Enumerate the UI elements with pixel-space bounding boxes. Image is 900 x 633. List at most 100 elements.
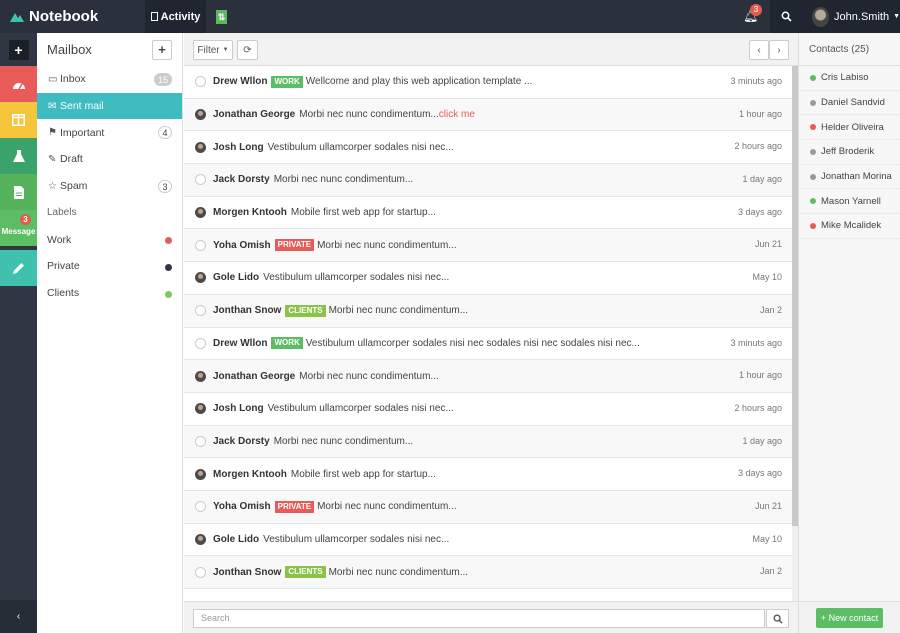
folder-count-badge: 3: [158, 179, 172, 193]
avatar: [195, 403, 206, 415]
contact-name: Cris Labiso: [821, 72, 869, 84]
message-row[interactable]: Jonthan Snow CLIENTS Morbi nec nunc condim…: [184, 556, 792, 589]
mailbox-header: Mailbox +: [37, 33, 182, 66]
avatar: [195, 76, 206, 88]
contact-item[interactable]: Mason Yarnell: [799, 189, 900, 215]
folder-item-inbox[interactable]: ▭ Inbox 15: [37, 66, 182, 93]
contact-item[interactable]: Helder Oliveira: [799, 115, 900, 141]
avatar: [195, 174, 206, 186]
contact-name: Daniel Sandvid: [821, 97, 885, 109]
label-item-work[interactable]: Work: [37, 226, 182, 253]
message-time: 1 day ago: [742, 435, 782, 446]
message-panel: Filter ▼ ⟳ ‹ › Drew Wllon WORK Wellcome and…: [184, 33, 798, 633]
top-navbar: Notebook Activity ⇅ 🔔︎ 3 John.Smith ▼: [0, 0, 900, 33]
compose-button[interactable]: +: [0, 33, 37, 66]
message-row[interactable]: Jonthan Snow CLIENTS Morbi nec nunc condim…: [184, 294, 792, 328]
label-name: Clients: [47, 287, 80, 300]
message-row[interactable]: Gole Lido Vestibulum ullamcorper sodales …: [184, 524, 792, 557]
folder-list: ▭ Inbox 15 ✉ Sent mail ⚑ Important 4 ✎ Draft ☆ Spam…: [37, 66, 182, 199]
contact-item[interactable]: Jonathan Morina: [799, 165, 900, 190]
search-icon: [781, 11, 792, 22]
message-sender: Josh Long: [213, 141, 264, 153]
toggle-button[interactable]: ⇅: [216, 10, 227, 24]
avatar: [195, 435, 206, 447]
dashboard-icon: [12, 82, 25, 89]
message-row[interactable]: Gole Lido Vestibulum ullamcorper sodales …: [184, 262, 792, 295]
message-time: 3 days ago: [737, 468, 782, 479]
message-row[interactable]: Jonathan George Morbi nec nunc condimentu…: [184, 98, 792, 132]
chevron-left-icon: ‹: [757, 44, 761, 56]
message-row[interactable]: Drew Wllon WORK Wellcome and play this web…: [184, 66, 792, 99]
inbox-icon: ▭: [48, 73, 58, 85]
message-row[interactable]: Drew Wllon WORK Vestibulum ullamcorper sod…: [184, 328, 792, 361]
search-input[interactable]: Search: [193, 609, 765, 628]
folder-item-spam[interactable]: ☆ Spam 3: [37, 173, 182, 200]
brand-logo[interactable]: Notebook: [0, 0, 145, 33]
nav-layout[interactable]: [0, 102, 37, 138]
message-sender: Yoha Omish: [213, 501, 271, 513]
user-menu[interactable]: John.Smith ▼: [803, 0, 900, 33]
prev-page-button[interactable]: ‹: [749, 40, 769, 60]
nav-message[interactable]: 3 Message: [0, 210, 37, 246]
contact-item[interactable]: Jeff Broderik: [799, 140, 900, 165]
message-preview: Vestibulum ullamcorper sodales nisi nec.…: [263, 533, 450, 545]
nav-lab[interactable]: [0, 138, 37, 174]
label-color-dot: [165, 290, 172, 298]
message-sender: Drew Wllon: [213, 76, 268, 88]
label-item-clients[interactable]: Clients: [37, 280, 182, 307]
message-row[interactable]: Morgen Kntooh Mobile first web app for st…: [184, 197, 792, 230]
icon-sidebar: + 3 Message ‹: [0, 33, 37, 633]
avatar: [812, 6, 830, 27]
message-row[interactable]: Josh Long Vestibulum ullamcorper sodales …: [184, 131, 792, 165]
next-page-button[interactable]: ›: [769, 40, 789, 60]
nav-edit[interactable]: [0, 250, 37, 286]
message-row[interactable]: Josh Long Vestibulum ullamcorper sodales …: [184, 393, 792, 426]
notifications-bell[interactable]: 🔔︎ 3: [743, 4, 762, 25]
search-icon: [772, 613, 783, 624]
status-dot: [810, 148, 816, 155]
contact-item[interactable]: Daniel Sandvid: [799, 91, 900, 116]
message-tag: CLIENTS: [285, 566, 326, 579]
add-folder-button[interactable]: +: [152, 40, 172, 60]
message-sender: Jack Dorsty: [213, 174, 270, 186]
plus-icon: +: [8, 39, 29, 60]
message-sender: Jonthan Snow: [213, 305, 282, 317]
folder-item-draft[interactable]: ✎ Draft: [37, 146, 182, 173]
message-preview: Mobile first web app for startup...: [290, 468, 436, 480]
message-preview: Wellcome and play this web application t…: [305, 76, 533, 88]
message-row[interactable]: Jack Dorsty Morbi nec nunc condimentum...…: [184, 425, 792, 459]
collapse-sidebar-button[interactable]: ‹: [0, 600, 37, 633]
star-icon: ☆: [48, 180, 57, 192]
user-name: John.Smith: [834, 10, 890, 23]
avatar: [195, 239, 206, 251]
label-item-private[interactable]: Private: [37, 253, 182, 280]
message-label: Message: [1, 226, 36, 236]
message-preview: Morbi nec nunc condimentum...: [273, 435, 414, 447]
message-badge: 3: [20, 214, 31, 225]
message-sender: Jonathan George: [213, 109, 296, 121]
top-search-button[interactable]: [770, 0, 803, 33]
document-icon: [150, 12, 158, 21]
message-row[interactable]: Yoha Omish PRIVATE Morbi nec nunc condimen…: [184, 490, 792, 524]
filter-button[interactable]: Filter ▼: [193, 40, 233, 60]
message-row[interactable]: Morgen Kntooh Mobile first web app for st…: [184, 458, 792, 491]
nav-documents[interactable]: [0, 174, 37, 210]
folder-item-sent-mail[interactable]: ✉ Sent mail: [37, 92, 182, 120]
message-row[interactable]: Yoha Omish PRIVATE Morbi nec nunc condimen…: [184, 229, 792, 263]
contact-item[interactable]: Cris Labiso: [799, 66, 900, 91]
search-button[interactable]: [766, 609, 789, 628]
activity-tab[interactable]: Activity: [145, 0, 206, 33]
folder-item-important[interactable]: ⚑ Important 4: [37, 119, 182, 146]
message-sender: Jack Dorsty: [213, 435, 270, 447]
message-row[interactable]: Jack Dorsty Morbi nec nunc condimentum...…: [184, 164, 792, 197]
new-contact-button[interactable]: + New contact: [816, 608, 883, 628]
message-time: 1 hour ago: [738, 370, 782, 381]
click-me-link[interactable]: click me: [439, 109, 475, 120]
label-color-dot: [165, 264, 172, 272]
refresh-button[interactable]: ⟳: [237, 40, 258, 60]
message-preview: Morbi nec nunc condimentum...: [328, 566, 469, 578]
nav-dashboard[interactable]: [0, 66, 37, 102]
message-row[interactable]: Jonathan George Morbi nec nunc condimentu…: [184, 360, 792, 393]
avatar: [195, 109, 206, 121]
contact-item[interactable]: Mike Mcalidek: [799, 214, 900, 239]
